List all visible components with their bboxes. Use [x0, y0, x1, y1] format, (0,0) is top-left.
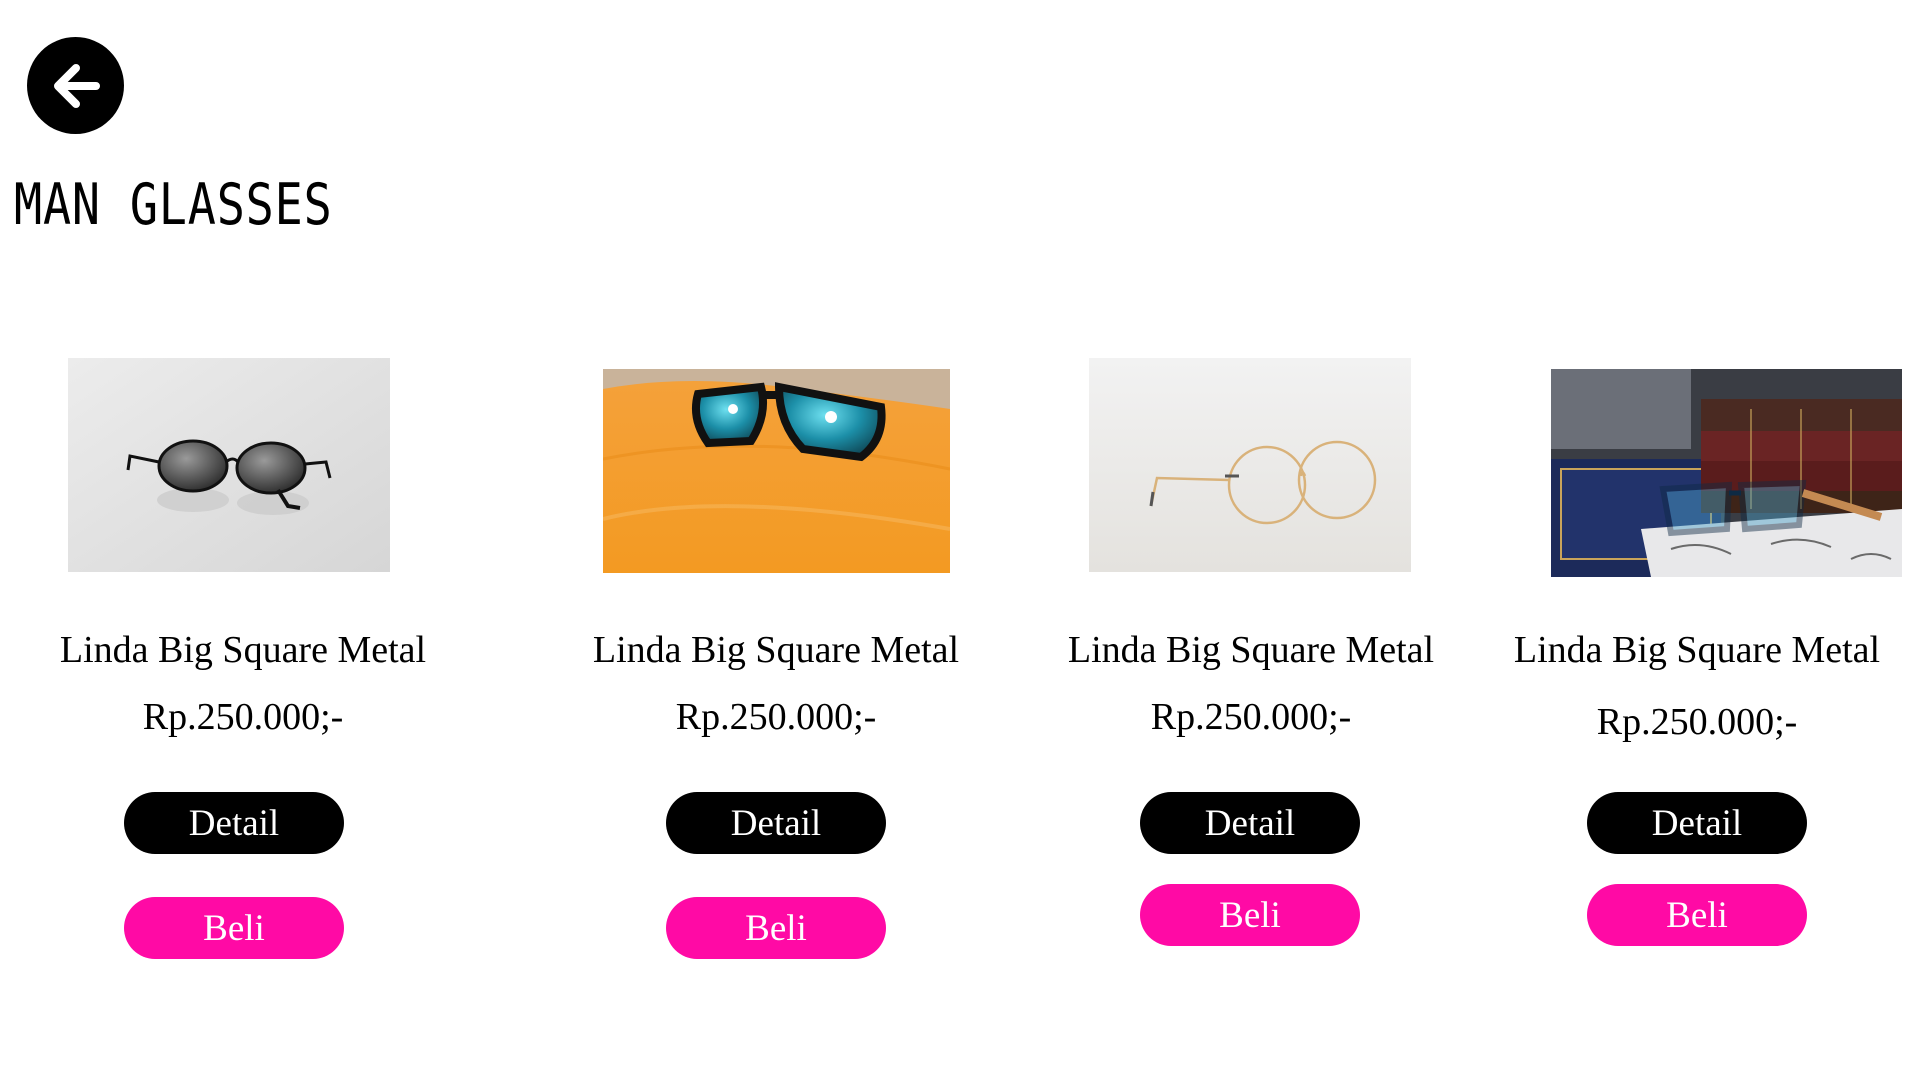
buy-button[interactable]: Beli [666, 897, 886, 959]
buy-button[interactable]: Beli [124, 897, 344, 959]
arrow-left-icon [53, 63, 100, 108]
detail-button[interactable]: Detail [1587, 792, 1807, 854]
product-name: Linda Big Square Metal [592, 629, 960, 671]
product-price: Rp.250.000;- [1596, 701, 1798, 743]
product-price: Rp.250.000;- [142, 696, 344, 738]
product-price: Rp.250.000;- [1150, 696, 1352, 738]
buy-button[interactable]: Beli [1140, 884, 1360, 946]
product-name: Linda Big Square Metal [1067, 629, 1435, 671]
product-name: Linda Big Square Metal [59, 629, 427, 671]
product-image [1089, 358, 1411, 572]
product-image [68, 358, 390, 572]
product-image [1551, 369, 1902, 577]
product-price: Rp.250.000;- [675, 696, 877, 738]
back-button[interactable] [27, 37, 124, 134]
product-image [603, 369, 950, 573]
detail-button[interactable]: Detail [1140, 792, 1360, 854]
detail-button[interactable]: Detail [124, 792, 344, 854]
page-title: MAN GLASSES [14, 172, 333, 238]
product-name: Linda Big Square Metal [1513, 629, 1881, 671]
buy-button[interactable]: Beli [1587, 884, 1807, 946]
detail-button[interactable]: Detail [666, 792, 886, 854]
